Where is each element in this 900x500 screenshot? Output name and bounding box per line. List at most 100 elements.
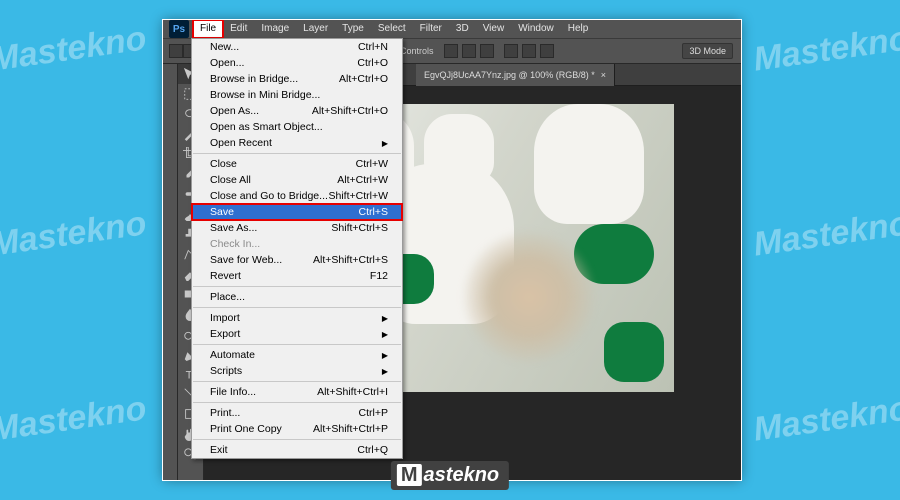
menu-separator — [193, 439, 401, 440]
menu-view[interactable]: View — [476, 20, 512, 38]
menu-help[interactable]: Help — [561, 20, 596, 38]
align-icon[interactable] — [480, 44, 494, 58]
menu-item-label: Open Recent — [210, 137, 272, 149]
watermark: Mastekno — [0, 204, 149, 264]
menu-item-shortcut: Alt+Shift+Ctrl+O — [312, 105, 388, 117]
menu-item-shortcut: Ctrl+N — [358, 41, 388, 53]
menu-item-print[interactable]: Print...Ctrl+P — [192, 405, 402, 421]
file-menu-dropdown: New... Ctrl+N Open... Ctrl+O Browse in Bridg… — [191, 38, 403, 459]
dist-icon[interactable] — [522, 44, 536, 58]
menu-item-close-and-go-to-bridge[interactable]: Close and Go to Bridge...Shift+Ctrl+W — [192, 188, 402, 204]
menu-item-save-as[interactable]: Save As...Shift+Ctrl+S — [192, 220, 402, 236]
watermark: Mastekno — [751, 389, 900, 449]
menu-item-save-for-web[interactable]: Save for Web... Alt+Shift+Ctrl+S — [192, 252, 402, 268]
menu-item-open-as-smart-object[interactable]: Open as Smart Object... — [192, 119, 402, 135]
ps-logo-icon: Ps — [169, 20, 189, 38]
menu-item-label: Exit — [210, 444, 228, 456]
menu-item-open[interactable]: Open... Ctrl+O — [192, 55, 402, 71]
menu-item-new[interactable]: New... Ctrl+N — [192, 39, 402, 55]
menu-separator — [193, 344, 401, 345]
photo-shape — [534, 104, 644, 224]
menu-item-label: Close All — [210, 174, 251, 186]
menu-item-shortcut: Alt+Shift+Ctrl+S — [313, 254, 388, 266]
menu-item-shortcut: Alt+Ctrl+O — [339, 73, 388, 85]
menu-item-label: Place... — [210, 291, 245, 303]
watermark: Mastekno — [0, 19, 149, 79]
menu-item-label: Print One Copy — [210, 423, 282, 435]
brand-badge: Mastekno — [391, 461, 509, 490]
tool-preset-icon[interactable] — [169, 44, 183, 58]
menu-item-label: Browse in Bridge... — [210, 73, 298, 85]
submenu-arrow-icon: ▶ — [382, 314, 388, 323]
left-gutter — [163, 64, 178, 480]
menu-item-close[interactable]: Close Ctrl+W — [192, 156, 402, 172]
menu-item-shortcut: Shift+Ctrl+W — [328, 190, 388, 202]
menu-item-shortcut: F12 — [370, 270, 388, 282]
menu-item-label: New... — [210, 41, 239, 53]
brand-badge-text: astekno — [424, 464, 500, 486]
menu-item-label: Close — [210, 158, 237, 170]
menu-item-shortcut: Ctrl+P — [359, 407, 388, 419]
menu-item-label: Scripts — [210, 365, 242, 377]
menu-item-place[interactable]: Place... — [192, 289, 402, 305]
menu-item-browse-in-mini-bridge[interactable]: Browse in Mini Bridge... — [192, 87, 402, 103]
menu-item-open-as[interactable]: Open As...Alt+Shift+Ctrl+O — [192, 103, 402, 119]
menu-image[interactable]: Image — [254, 20, 296, 38]
menu-item-import[interactable]: Import ▶ — [192, 310, 402, 326]
menu-item-shortcut: Ctrl+W — [356, 158, 388, 170]
menu-item-save[interactable]: SaveCtrl+S — [192, 204, 402, 220]
document-tab[interactable]: EgvQJj8UcAA7Ynz.jpg @ 100% (RGB/8) * × — [416, 64, 615, 86]
menu-item-label: Open as Smart Object... — [210, 121, 323, 133]
menu-separator — [193, 402, 401, 403]
align-icon[interactable] — [444, 44, 458, 58]
menu-separator — [193, 381, 401, 382]
align-icon[interactable] — [462, 44, 476, 58]
menu-item-browse-in-bridge[interactable]: Browse in Bridge... Alt+Ctrl+O — [192, 71, 402, 87]
menu-separator — [193, 307, 401, 308]
menu-item-label: Save for Web... — [210, 254, 282, 266]
menu-separator — [193, 153, 401, 154]
close-icon[interactable]: × — [601, 70, 606, 80]
photoshop-window: Ps FileEditImageLayerTypeSelectFilter3DV… — [163, 20, 741, 480]
dist-icon[interactable] — [540, 44, 554, 58]
menu-file[interactable]: File — [193, 20, 223, 38]
submenu-arrow-icon: ▶ — [382, 367, 388, 376]
menu-item-open-recent[interactable]: Open Recent ▶ — [192, 135, 402, 151]
menu-edit[interactable]: Edit — [223, 20, 254, 38]
menu-item-shortcut: Ctrl+S — [359, 206, 388, 218]
menu-item-close-all[interactable]: Close All Alt+Ctrl+W — [192, 172, 402, 188]
menu-item-label: Open... — [210, 57, 244, 69]
submenu-arrow-icon: ▶ — [382, 139, 388, 148]
menubar: Ps FileEditImageLayerTypeSelectFilter3DV… — [163, 20, 741, 38]
mode-3d-button[interactable]: 3D Mode — [682, 43, 733, 59]
menu-item-label: File Info... — [210, 386, 256, 398]
menu-item-shortcut: Alt+Ctrl+W — [337, 174, 388, 186]
menu-3d[interactable]: 3D — [449, 20, 476, 38]
menu-item-scripts[interactable]: Scripts ▶ — [192, 363, 402, 379]
watermark: Mastekno — [751, 19, 900, 79]
dist-icon[interactable] — [504, 44, 518, 58]
menu-item-file-info[interactable]: File Info...Alt+Shift+Ctrl+I — [192, 384, 402, 400]
menu-item-label: Automate — [210, 349, 255, 361]
menu-layer[interactable]: Layer — [296, 20, 335, 38]
menu-item-shortcut: Ctrl+Q — [357, 444, 388, 456]
menu-item-print-one-copy[interactable]: Print One Copy Alt+Shift+Ctrl+P — [192, 421, 402, 437]
menu-item-shortcut: Alt+Shift+Ctrl+P — [313, 423, 388, 435]
menu-item-shortcut: Ctrl+O — [357, 57, 388, 69]
document-tab-title: EgvQJj8UcAA7Ynz.jpg @ 100% (RGB/8) * — [424, 70, 595, 80]
menu-filter[interactable]: Filter — [413, 20, 449, 38]
menu-window[interactable]: Window — [511, 20, 561, 38]
menu-item-automate[interactable]: Automate ▶ — [192, 347, 402, 363]
menu-item-label: Check In... — [210, 238, 260, 250]
menu-item-export[interactable]: Export▶ — [192, 326, 402, 342]
menu-item-exit[interactable]: Exit Ctrl+Q — [192, 442, 402, 458]
photo-shape — [604, 322, 664, 382]
brand-badge-m: M — [397, 464, 422, 486]
submenu-arrow-icon: ▶ — [382, 330, 388, 339]
menu-select[interactable]: Select — [371, 20, 413, 38]
submenu-arrow-icon: ▶ — [382, 351, 388, 360]
menu-item-revert[interactable]: RevertF12 — [192, 268, 402, 284]
watermark: Mastekno — [751, 204, 900, 264]
menu-type[interactable]: Type — [335, 20, 371, 38]
menu-item-label: Import — [210, 312, 240, 324]
